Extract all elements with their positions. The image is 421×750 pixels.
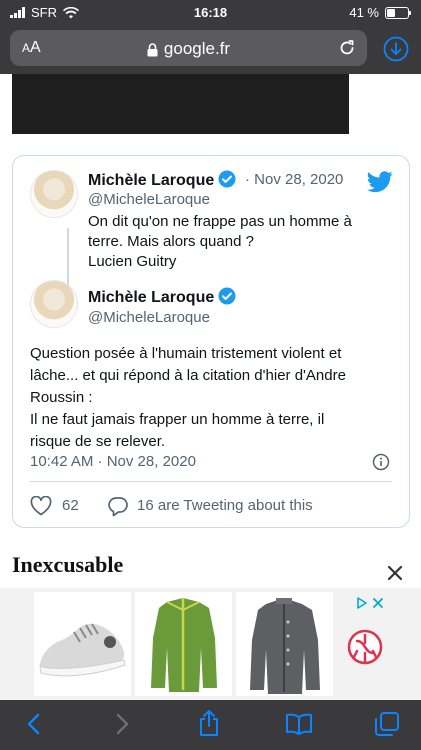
- status-bar: SFR 16:18 41 %: [0, 0, 421, 24]
- tweet-timestamp[interactable]: 10:42 AM · Nov 28, 2020: [30, 453, 196, 470]
- like-count[interactable]: 62: [62, 497, 79, 514]
- main-line: Roussin :: [30, 389, 93, 406]
- quoted-author-name[interactable]: Michèle Laroque: [88, 170, 236, 190]
- tweeting-count[interactable]: 16 are Tweeting about this: [137, 497, 313, 514]
- main-name-text: Michèle Laroque: [88, 289, 215, 306]
- quoted-tweet-text: On dit qu'on ne frappe pas un homme à te…: [88, 212, 352, 272]
- verified-icon: [218, 287, 236, 305]
- battery-icon: [385, 6, 411, 19]
- avatar[interactable]: [30, 170, 78, 218]
- quoted-handle[interactable]: @MicheleLaroque: [88, 191, 210, 208]
- info-icon[interactable]: [372, 453, 390, 471]
- quoted-line: Lucien Guitry: [88, 253, 177, 270]
- bookmarks-icon[interactable]: [285, 712, 313, 736]
- battery-level: [387, 8, 395, 17]
- address-bar[interactable]: AA google.fr: [10, 30, 367, 66]
- reload-icon[interactable]: [337, 38, 357, 58]
- forward-icon[interactable]: [114, 712, 130, 736]
- main-line: Question posée à l'humain tristement vio…: [30, 345, 342, 362]
- green-jacket-image: [151, 598, 217, 692]
- reply-icon[interactable]: [107, 495, 129, 517]
- verified-icon: [218, 170, 236, 188]
- status-right: 41 %: [349, 5, 411, 20]
- advertiser-logo[interactable]: [343, 625, 387, 669]
- ad-product-grey-jacket[interactable]: [236, 592, 333, 696]
- avatar[interactable]: [30, 280, 78, 328]
- sneaker-image: [39, 623, 126, 677]
- heart-icon[interactable]: [30, 496, 52, 516]
- share-icon[interactable]: [198, 709, 220, 737]
- safari-toolbar: [0, 700, 421, 750]
- url-domain[interactable]: google.fr: [10, 39, 367, 59]
- main-line: Il ne faut jamais frapper un homme à ter…: [30, 411, 325, 428]
- adchoices-icon[interactable]: [356, 596, 388, 610]
- twitter-bird-icon[interactable]: [367, 171, 393, 193]
- quoted-date[interactable]: · Nov 28, 2020: [245, 171, 343, 188]
- ad-product-sneaker[interactable]: [34, 592, 131, 696]
- ad-product-green-jacket[interactable]: [135, 592, 232, 696]
- download-icon[interactable]: [383, 36, 409, 62]
- browser-header: AA google.fr: [0, 24, 421, 74]
- main-line: risque de se relever.: [30, 433, 166, 450]
- grey-jacket-image: [250, 598, 320, 694]
- back-icon[interactable]: [26, 712, 42, 736]
- quoted-name-text: Michèle Laroque: [88, 172, 215, 189]
- tweet-embed-card[interactable]: Michèle Laroque · Nov 28, 2020 @MicheleL…: [12, 155, 410, 528]
- ad-close-button[interactable]: [380, 559, 410, 587]
- main-tweet-text: Question posée à l'humain tristement vio…: [30, 343, 346, 453]
- domain-text: google.fr: [163, 39, 231, 58]
- battery-percent: 41 %: [349, 5, 379, 20]
- dark-media-block: [12, 74, 349, 134]
- lock-icon: [147, 42, 158, 57]
- article-headline: Inexcusable: [12, 552, 124, 577]
- close-icon: [387, 565, 403, 581]
- quoted-line: On dit qu'on ne frappe pas un homme à: [88, 213, 352, 230]
- card-divider: [30, 481, 392, 482]
- main-line: lâche... et qui répond à la citation d'h…: [30, 367, 346, 384]
- tabs-icon[interactable]: [374, 711, 400, 737]
- main-author-name[interactable]: Michèle Laroque: [88, 287, 236, 307]
- main-handle[interactable]: @MicheleLaroque: [88, 309, 210, 326]
- quoted-line: terre. Mais alors quand ?: [88, 233, 254, 250]
